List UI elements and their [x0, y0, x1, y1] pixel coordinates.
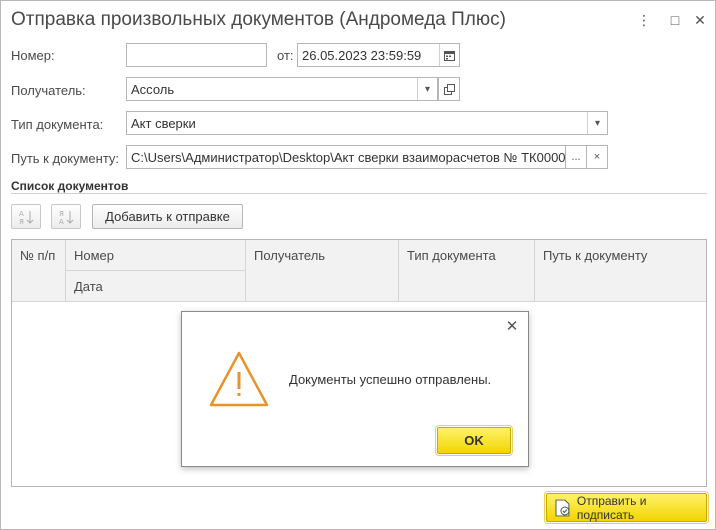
number-input[interactable]	[126, 43, 267, 67]
add-to-send-button[interactable]: Добавить к отправке	[92, 204, 243, 229]
doc-type-label: Тип документа:	[11, 117, 104, 132]
dropdown-arrow-icon[interactable]: ▾	[417, 78, 437, 100]
recipient-value: Ассоль	[131, 82, 175, 97]
more-menu-icon[interactable]: ⋮	[635, 11, 653, 29]
path-value: C:\Users\Администратор\Desktop\Акт сверк…	[131, 150, 566, 165]
sign-document-icon	[555, 499, 570, 516]
doc-type-select[interactable]: Акт сверки ▾	[126, 111, 608, 135]
main-window: Отправка произвольных документов (Андром…	[0, 0, 716, 530]
date-value: 26.05.2023 23:59:59	[302, 48, 422, 63]
sort-descending-icon[interactable]: ЯА	[51, 204, 81, 229]
svg-text:Я: Я	[59, 210, 64, 218]
send-and-sign-label: Отправить и подписать	[576, 493, 647, 522]
column-header-number[interactable]: Номер	[66, 240, 246, 271]
recipient-label: Получатель:	[11, 83, 86, 98]
message-dialog: ✕ Документы успешно отправлены. OK	[181, 311, 529, 467]
close-icon[interactable]: ✕	[504, 318, 520, 335]
send-and-sign-button[interactable]: Отправить и подписать	[544, 491, 709, 524]
column-header-path[interactable]: Путь к документу	[535, 240, 706, 302]
warning-icon	[209, 351, 269, 407]
svg-text:Я: Я	[19, 218, 24, 225]
column-header-recipient[interactable]: Получатель	[246, 240, 399, 302]
dialog-message: Документы успешно отправлены.	[289, 372, 492, 387]
svg-text:А: А	[19, 210, 24, 218]
column-header-num[interactable]: № п/п	[12, 240, 66, 302]
path-label: Путь к документу:	[11, 151, 120, 166]
recipient-select[interactable]: Ассоль ▾	[126, 77, 438, 101]
ok-button[interactable]: OK	[435, 425, 513, 456]
open-link-icon[interactable]	[438, 77, 460, 101]
list-section-title: Список документов	[11, 179, 129, 193]
clear-icon[interactable]: ×	[586, 145, 608, 169]
sort-ascending-icon[interactable]: АЯ	[11, 204, 41, 229]
maximize-icon[interactable]: □	[666, 11, 684, 29]
doc-type-value: Акт сверки	[131, 116, 196, 131]
section-divider	[11, 193, 707, 194]
date-label: от:	[277, 48, 294, 63]
dropdown-arrow-icon[interactable]: ▾	[587, 112, 607, 134]
number-label: Номер:	[11, 48, 55, 63]
title-bar: Отправка произвольных документов (Андром…	[1, 1, 715, 39]
window-title: Отправка произвольных документов (Андром…	[11, 9, 506, 30]
calendar-icon[interactable]	[439, 44, 459, 66]
browse-button[interactable]: ...	[565, 145, 587, 169]
column-header-doc-type[interactable]: Тип документа	[399, 240, 535, 302]
svg-text:А: А	[59, 218, 64, 225]
path-input[interactable]: C:\Users\Администратор\Desktop\Акт сверк…	[126, 145, 566, 169]
column-header-date[interactable]: Дата	[66, 271, 246, 302]
close-icon[interactable]: ✕	[691, 11, 709, 29]
date-input[interactable]: 26.05.2023 23:59:59	[297, 43, 460, 67]
